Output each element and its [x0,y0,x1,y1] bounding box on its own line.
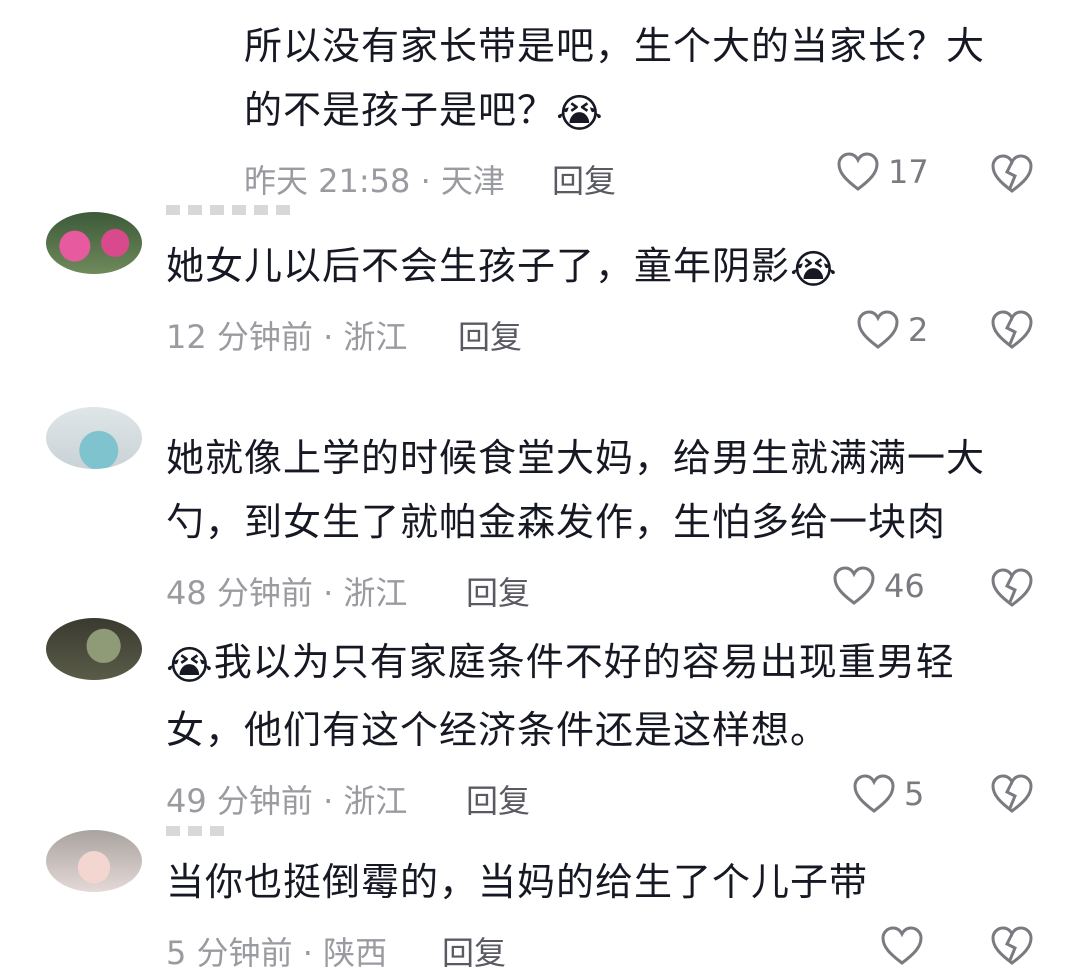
dislike-button[interactable] [990,774,1034,818]
reply-button[interactable]: 回复 [466,568,530,614]
broken-heart-icon [991,310,1033,349]
heart-outline-icon [837,152,879,191]
broken-heart-icon [991,154,1033,193]
like-count: 5 [904,775,925,813]
reply-button[interactable]: 回复 [552,156,616,202]
reply-button[interactable]: 回复 [466,776,530,822]
dislike-button[interactable] [990,926,1034,970]
broken-heart-icon [991,926,1033,965]
avatar[interactable] [46,407,142,469]
avatar[interactable] [46,212,142,274]
comment-text: 😭我以为只有家庭条件不好的容易出现重男轻 [166,640,955,689]
laughing-crying-emoji-icon: 😭 [790,247,838,293]
comment-text: 她就像上学的时候食堂大妈，给男生就满满一大 [166,436,986,480]
like-button[interactable]: 2 [856,310,928,350]
dislike-button[interactable] [990,154,1034,198]
heart-outline-icon [881,926,923,965]
reply-button[interactable]: 回复 [442,928,506,974]
like-count: 17 [888,153,929,191]
heart-outline-icon [853,774,895,813]
comment-text: 她女儿以后不会生孩子了，童年阴影😭 [166,244,838,293]
like-button[interactable]: 46 [832,566,925,606]
comment-meta: 49 分钟前 · 浙江 [166,782,408,820]
username[interactable] [166,205,296,215]
comment-text: 所以没有家长带是吧，生个大的当家长？大 [244,24,986,68]
reply-button[interactable]: 回复 [458,312,522,358]
comment-meta: 12 分钟前 · 浙江 [166,318,408,356]
comment-text: 当你也挺倒霉的，当妈的给生了个儿子带 [166,860,869,904]
like-count: 46 [884,567,925,605]
username[interactable] [166,826,226,836]
comment-text: 女，他们有这个经济条件还是这样想。 [166,708,830,752]
dislike-button[interactable] [990,568,1034,612]
like-button[interactable]: 17 [836,152,929,192]
heart-outline-icon [857,310,899,349]
broken-heart-icon [991,774,1033,813]
laughing-crying-emoji-icon: 😭 [556,91,604,137]
broken-heart-icon [991,568,1033,607]
like-count: 2 [908,311,929,349]
comment-meta: 5 分钟前 · 陕西 [166,934,388,972]
avatar[interactable] [46,830,142,892]
dislike-button[interactable] [990,310,1034,354]
heart-outline-icon [833,566,875,605]
like-button[interactable]: 5 [852,774,924,814]
like-button[interactable] [880,926,932,966]
crying-emoji-icon: 😭 [166,643,214,689]
comment-text: 勺，到女生了就帕金森发作，生怕多给一块肉 [166,500,947,544]
avatar[interactable] [46,618,142,680]
comment-meta: 48 分钟前 · 浙江 [166,574,408,612]
comment-meta: 昨天 21:58 · 天津 [244,162,505,200]
comment-text: 的不是孩子是吧？😭 [244,88,604,137]
